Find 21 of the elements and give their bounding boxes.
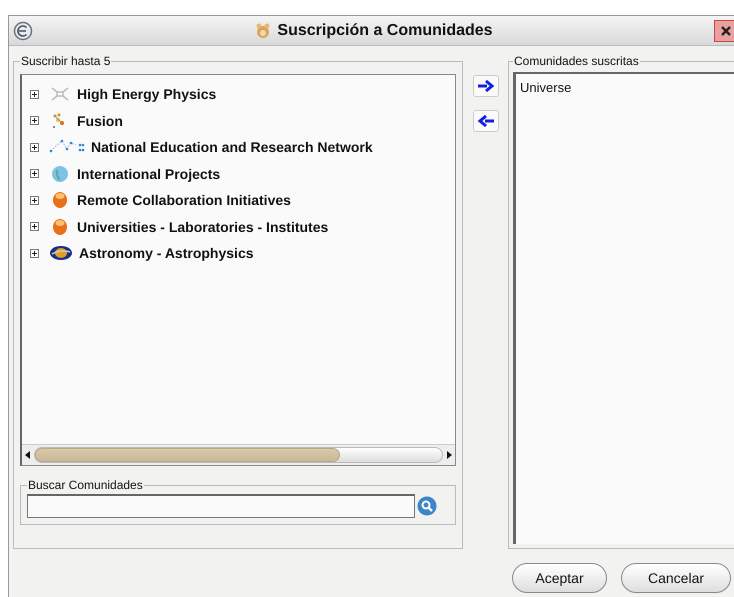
- community-name: Remote Collaboration Initiatives: [77, 192, 291, 208]
- tree-item[interactable]: Remote Collaboration Initiatives: [30, 187, 455, 214]
- community-name: National Education and Research Network: [91, 139, 373, 156]
- community-name: Fusion: [77, 112, 123, 129]
- tree-item[interactable]: National Education and Research Network: [30, 134, 455, 160]
- dialog-button[interactable]: Cancelar: [621, 563, 731, 593]
- community-name: High Energy Physics: [77, 86, 216, 102]
- tree-item[interactable]: Fusion: [30, 108, 455, 134]
- community-name: International Projects: [77, 166, 220, 182]
- panel-legend: Buscar Comunidades: [27, 478, 144, 492]
- tree-item[interactable]: International Projects: [30, 160, 455, 187]
- community-name: Astronomy - Astrophysics: [79, 245, 254, 262]
- panel-legend: Comunidades suscritas: [513, 54, 640, 68]
- community-name: Universities - Laboratories - Institutes: [77, 218, 328, 235]
- window-title: Suscripción a Comunidades: [277, 22, 493, 40]
- dialog-button[interactable]: Aceptar: [512, 563, 607, 593]
- list-item[interactable]: Universe: [520, 80, 734, 95]
- tree-item[interactable]: Universities - Laboratories - Institutes: [30, 214, 455, 240]
- tree-item[interactable]: Astronomy - Astrophysics: [30, 240, 455, 266]
- panel-legend: Suscribir hasta 5: [20, 54, 112, 68]
- tree-item[interactable]: High Energy Physics: [30, 81, 455, 108]
